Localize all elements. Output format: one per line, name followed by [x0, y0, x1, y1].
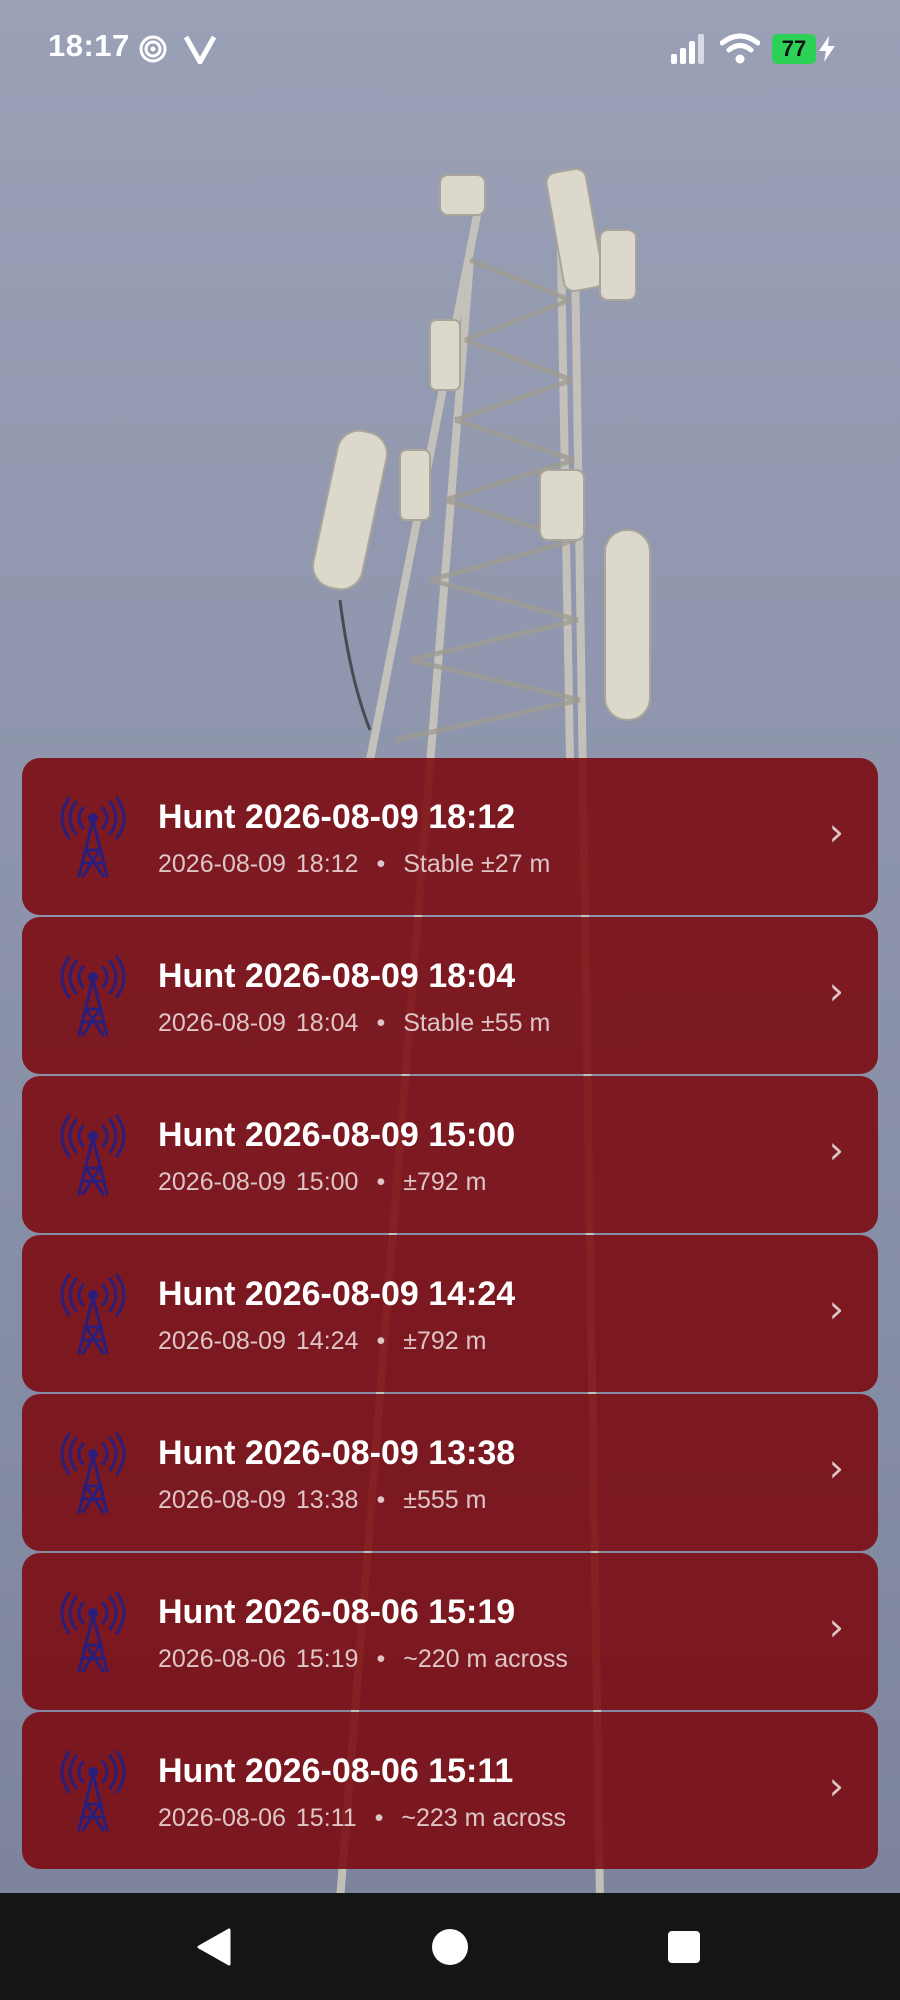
- hunt-title: Hunt 2026-08-09 13:38: [158, 1434, 516, 1472]
- hunt-time: 18:04: [295, 1009, 359, 1037]
- hunt-subtitle: 2026-08-09 18:04 • Stable ±55 m: [158, 1009, 550, 1038]
- hunt-date: 2026-08-06: [158, 1645, 286, 1673]
- hunt-title: Hunt 2026-08-06 15:19: [158, 1593, 516, 1631]
- hunt-date: 2026-08-09: [158, 1009, 286, 1037]
- hunt-time: 13:38: [295, 1486, 359, 1514]
- hunt-list-item[interactable]: Hunt 2026-08-09 15:00 2026-08-09 15:00 • ±7…: [22, 1076, 878, 1233]
- hunt-time: 15:11: [295, 1804, 357, 1832]
- separator-dot: •: [376, 1645, 386, 1673]
- charging-icon: [819, 36, 835, 62]
- chevron-right-icon: ›: [828, 1128, 844, 1172]
- hunt-title: Hunt 2026-08-09 15:00: [158, 1116, 516, 1154]
- hunt-subtitle: 2026-08-06 15:19 • ~220 m across: [158, 1645, 568, 1674]
- chevron-right-icon: ›: [828, 1287, 844, 1331]
- cell-tower-icon: [60, 1750, 126, 1832]
- chevron-right-icon: ›: [828, 969, 844, 1013]
- wifi-icon: [720, 33, 760, 64]
- hunt-accuracy: ±792 m: [403, 1168, 487, 1196]
- hunt-date: 2026-08-09: [158, 1327, 286, 1355]
- hunt-list-item[interactable]: Hunt 2026-08-09 18:12 2026-08-09 18:12 • St…: [22, 758, 878, 915]
- hunt-time: 14:24: [295, 1327, 359, 1355]
- hunt-list-item[interactable]: Hunt 2026-08-06 15:19 2026-08-06 15:19 • ~2…: [22, 1553, 878, 1710]
- hunt-subtitle: 2026-08-09 15:00 • ±792 m: [158, 1168, 486, 1197]
- hunt-list-item[interactable]: Hunt 2026-08-09 13:38 2026-08-09 13:38 • ±5…: [22, 1394, 878, 1551]
- v-app-icon: [184, 35, 216, 64]
- battery-level: 77: [781, 36, 807, 61]
- cell-tower-icon: [60, 1591, 126, 1673]
- status-time: 18:17: [48, 28, 130, 63]
- chevron-right-icon: ›: [828, 1446, 844, 1490]
- cell-tower-icon: [60, 1114, 126, 1196]
- cell-tower-icon: [60, 796, 126, 878]
- hunt-date: 2026-08-06: [158, 1804, 286, 1832]
- spiral-app-icon: [139, 35, 167, 63]
- hunt-title: Hunt 2026-08-09 14:24: [158, 1275, 516, 1313]
- hunt-date: 2026-08-09: [158, 850, 286, 878]
- hunt-subtitle: 2026-08-06 15:11 • ~223 m across: [158, 1804, 566, 1833]
- hunt-title: Hunt 2026-08-09 18:12: [158, 798, 516, 836]
- hunt-time: 18:12: [295, 850, 359, 878]
- hunt-time: 15:00: [295, 1168, 359, 1196]
- hunt-list: Hunt 2026-08-09 18:12 2026-08-09 18:12 • St…: [22, 758, 878, 1871]
- hunt-date: 2026-08-09: [158, 1486, 286, 1514]
- system-navigation-bar: [0, 1893, 900, 2000]
- separator-dot: •: [376, 1327, 386, 1355]
- hunt-list-item[interactable]: Hunt 2026-08-09 18:04 2026-08-09 18:04 • St…: [22, 917, 878, 1074]
- chevron-right-icon: ›: [828, 1764, 844, 1808]
- hunt-subtitle: 2026-08-09 14:24 • ±792 m: [158, 1327, 486, 1356]
- separator-dot: •: [376, 850, 386, 878]
- battery-icon: 77: [772, 34, 816, 64]
- hunt-accuracy: Stable ±55 m: [403, 1009, 551, 1037]
- hunt-list-item[interactable]: Hunt 2026-08-09 14:24 2026-08-09 14:24 • ±7…: [22, 1235, 878, 1392]
- chevron-right-icon: ›: [828, 810, 844, 854]
- hunt-accuracy: ~223 m across: [401, 1804, 567, 1832]
- signal-icon: [671, 34, 704, 64]
- hunt-accuracy: ~220 m across: [403, 1645, 568, 1673]
- cell-tower-icon: [60, 955, 126, 1037]
- home-icon[interactable]: [430, 1927, 470, 1967]
- hunt-subtitle: 2026-08-09 18:12 • Stable ±27 m: [158, 850, 550, 879]
- separator-dot: •: [374, 1804, 384, 1832]
- hunt-title: Hunt 2026-08-09 18:04: [158, 957, 516, 995]
- cell-tower-icon: [60, 1432, 126, 1514]
- separator-dot: •: [376, 1486, 386, 1514]
- hunt-accuracy: ±555 m: [403, 1486, 487, 1514]
- hunt-subtitle: 2026-08-09 13:38 • ±555 m: [158, 1486, 486, 1515]
- separator-dot: •: [376, 1009, 386, 1037]
- hunt-title: Hunt 2026-08-06 15:11: [158, 1752, 514, 1790]
- separator-dot: •: [376, 1168, 386, 1196]
- hunt-accuracy: Stable ±27 m: [403, 850, 551, 878]
- cell-tower-icon: [60, 1273, 126, 1355]
- hunt-date: 2026-08-09: [158, 1168, 286, 1196]
- hunt-time: 15:19: [295, 1645, 359, 1673]
- back-icon[interactable]: [196, 1928, 232, 1966]
- status-bar: 18:17 77: [0, 0, 900, 100]
- hunt-accuracy: ±792 m: [403, 1327, 487, 1355]
- recents-icon[interactable]: [666, 1929, 702, 1965]
- hunt-list-item[interactable]: Hunt 2026-08-06 15:11 2026-08-06 15:11 • ~2…: [22, 1712, 878, 1869]
- chevron-right-icon: ›: [828, 1605, 844, 1649]
